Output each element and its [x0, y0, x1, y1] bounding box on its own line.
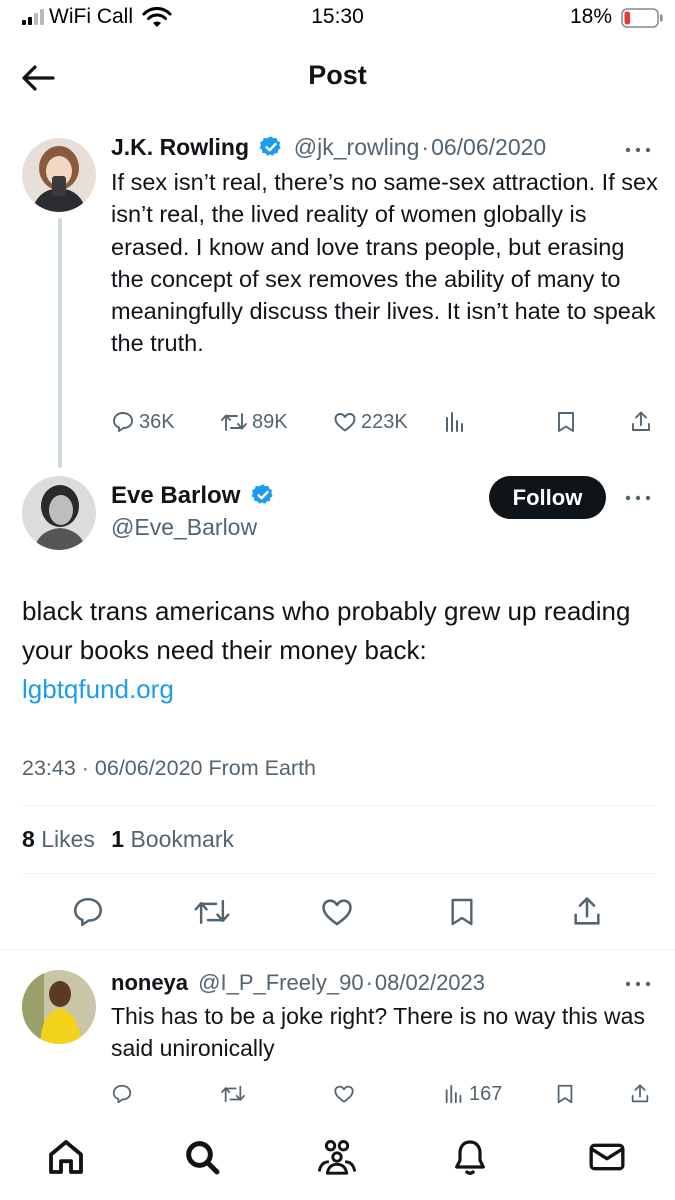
bookmarks-count: 1 [111, 826, 125, 852]
like-icon [334, 1085, 354, 1103]
battery-percent: 18% [570, 5, 613, 28]
repost-button[interactable]: 89K [220, 404, 288, 440]
tweet-actions: 36K 89K 223K [111, 404, 656, 440]
tweet-date: 08/02/2023 [374, 970, 486, 995]
avatar-image [22, 476, 96, 550]
repost-icon [194, 899, 230, 925]
notifications-icon [455, 1140, 485, 1175]
more-icon[interactable] [623, 488, 653, 508]
reply-count: 36K [139, 410, 175, 433]
share-icon [574, 897, 600, 925]
verified-badge-icon [251, 484, 273, 504]
like-button[interactable] [333, 1078, 359, 1110]
reply-button[interactable] [111, 1078, 137, 1110]
tweet-text: If sex isn’t real, there’s no same-sex a… [111, 169, 658, 357]
avatar-image [22, 970, 96, 1044]
thread-line [58, 218, 62, 468]
tweet-meta: 23:43 · 06/06/2020 From Earth [22, 756, 317, 780]
verified-badge-icon [259, 136, 282, 156]
views-icon [445, 1084, 462, 1104]
battery-icon [621, 8, 663, 28]
reply-button[interactable] [68, 892, 108, 932]
views-button[interactable]: 167 [443, 1078, 502, 1110]
separator-dot: · [421, 134, 430, 160]
nav-notifications[interactable] [448, 1135, 492, 1179]
bookmark-icon [558, 412, 574, 432]
bookmarks-stat[interactable]: 1 Bookmark [111, 826, 234, 852]
repost-button[interactable] [192, 892, 232, 932]
bookmark-button[interactable] [554, 1078, 580, 1110]
bookmarks-label: Bookmark [130, 826, 235, 852]
more-icon[interactable] [623, 974, 653, 994]
like-button[interactable]: 223K [333, 404, 408, 440]
author-handle[interactable]: @Eve_Barlow [111, 514, 257, 541]
bookmark-button[interactable] [554, 404, 582, 440]
avatar[interactable] [22, 970, 96, 1044]
author-handle[interactable]: @I_P_Freely_90 [198, 970, 363, 995]
like-icon [322, 899, 352, 926]
author-handle[interactable]: @jk_rowling [294, 134, 420, 160]
reply-icon [73, 897, 103, 927]
bookmark-icon [451, 898, 473, 926]
share-button[interactable] [629, 404, 657, 440]
bookmark-icon [557, 1084, 573, 1104]
tweet-link[interactable]: lgbtqfund.org [22, 670, 652, 709]
tweet-stats: 8 Likes 1 Bookmark [22, 826, 234, 853]
repost-icon [221, 1085, 245, 1103]
separator-dot: · [365, 970, 373, 995]
views-count: 167 [469, 1082, 503, 1105]
divider [22, 805, 655, 806]
tweet-header: noneya @I_P_Freely_90·08/02/2023 [111, 970, 485, 996]
like-button[interactable] [317, 892, 357, 932]
more-icon[interactable] [623, 140, 653, 160]
tweet-header: J.K. Rowling @jk_rowling·06/06/2020 [111, 134, 546, 161]
avatar[interactable] [22, 476, 96, 550]
like-count: 223K [361, 410, 408, 433]
views-button[interactable] [443, 404, 471, 440]
tweet-date: 06/06/2020 [431, 134, 547, 160]
tweet-text: black trans americans who probably grew … [22, 596, 631, 665]
reply-icon [113, 412, 133, 432]
home-icon [49, 1140, 83, 1174]
page-header: Post [0, 50, 675, 110]
tweet-actions [0, 892, 675, 932]
messages-icon [589, 1143, 625, 1171]
author-name[interactable]: Eve Barlow [111, 482, 275, 510]
communities-icon [317, 1140, 357, 1175]
tweet-text-block: black trans americans who probably grew … [22, 592, 652, 709]
likes-label: Likes [41, 826, 95, 852]
search-icon [186, 1141, 220, 1175]
status-bar: WiFi Call 15:30 18% [0, 0, 675, 40]
author-name[interactable]: J.K. Rowling [111, 134, 249, 160]
share-icon [632, 411, 650, 431]
nav-search[interactable] [180, 1135, 224, 1179]
bookmark-button[interactable] [442, 892, 482, 932]
divider [22, 873, 655, 874]
tweet-text: This has to be a joke right? There is no… [111, 1003, 645, 1061]
nav-communities[interactable] [315, 1135, 359, 1179]
repost-button[interactable] [220, 1078, 250, 1110]
divider [0, 949, 675, 950]
avatar-image [22, 138, 96, 212]
author-name[interactable]: noneya [111, 970, 188, 995]
tweet-actions: 167 [111, 1078, 656, 1110]
reply-icon [112, 1084, 132, 1104]
share-icon [631, 1084, 649, 1103]
likes-stat[interactable]: 8 Likes [22, 826, 95, 852]
bottom-nav [0, 1115, 675, 1200]
avatar[interactable] [22, 138, 96, 212]
nav-home[interactable] [44, 1135, 88, 1179]
author-name-text: Eve Barlow [111, 482, 241, 509]
nav-messages[interactable] [585, 1135, 629, 1179]
like-icon [334, 413, 356, 432]
page-title: Post [308, 60, 367, 90]
share-button[interactable] [567, 892, 607, 932]
reply-button[interactable]: 36K [111, 404, 175, 440]
likes-count: 8 [22, 826, 35, 852]
repost-icon [221, 413, 247, 431]
repost-count: 89K [252, 410, 288, 433]
share-button[interactable] [629, 1078, 655, 1110]
views-icon [446, 412, 463, 432]
follow-button[interactable]: Follow [489, 476, 606, 519]
